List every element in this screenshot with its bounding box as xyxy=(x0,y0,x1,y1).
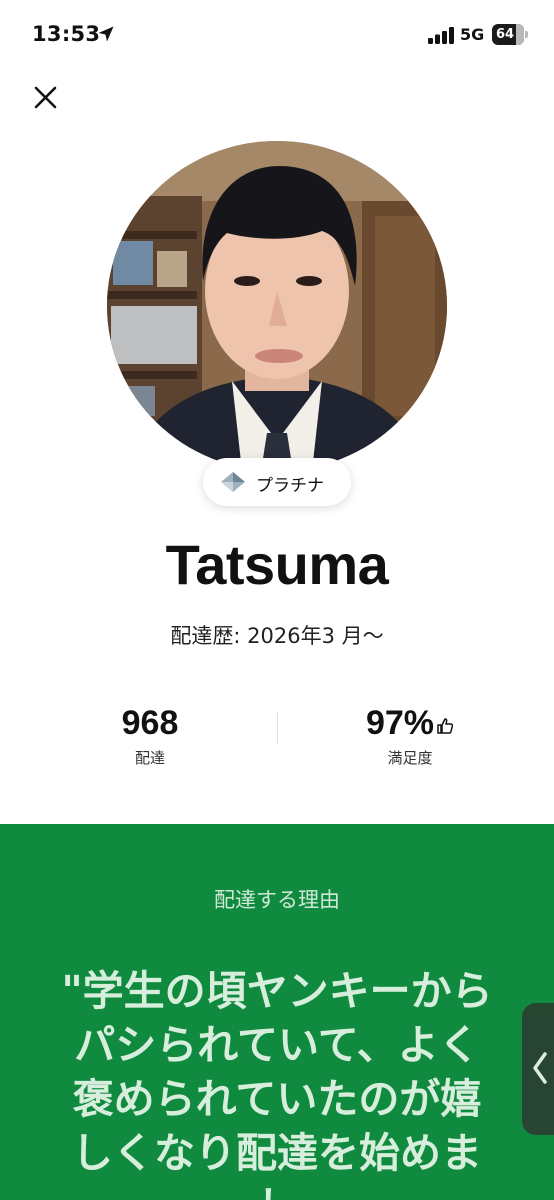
network-type: 5G xyxy=(460,25,485,44)
tier-badge: プラチナ xyxy=(203,458,351,506)
close-button[interactable] xyxy=(26,78,66,118)
status-time: 13:53 xyxy=(32,22,101,46)
delivery-since: 配達歴: 2026年3 月〜 xyxy=(170,624,384,648)
status-bar: 13:53 5G 64 xyxy=(0,0,554,70)
reason-section: 配達する理由 "学生の頃ヤンキーからパシられていて、よく褒められていたのが嬉しく… xyxy=(0,824,554,1200)
stat-satisfaction-row: 97% xyxy=(340,703,480,743)
battery-level: 64 xyxy=(495,27,515,42)
stat-deliveries-label: 配達 xyxy=(134,749,165,767)
tier-label: プラチナ xyxy=(256,476,324,496)
navigation-arrow-icon xyxy=(98,26,114,42)
diamond-icon xyxy=(221,472,245,492)
stat-satisfaction: 97% 満足度 xyxy=(340,703,480,768)
reason-heading: 配達する理由 xyxy=(214,888,340,912)
stat-satisfaction-value: 97% xyxy=(365,704,435,742)
battery-icon: 64 xyxy=(492,24,528,45)
close-icon xyxy=(34,86,57,109)
driver-name: Tatsuma xyxy=(165,533,389,596)
cellular-signal-icon xyxy=(428,27,454,44)
side-panel-handle[interactable] xyxy=(522,1003,554,1135)
stat-deliveries-value: 968 xyxy=(121,704,179,742)
stat-deliveries: 968 配達 xyxy=(90,703,210,768)
avatar xyxy=(107,141,447,471)
chevron-left-icon xyxy=(533,1052,547,1084)
thumbs-up-icon xyxy=(437,718,454,734)
reason-quote: "学生の頃ヤンキーからパシられていて、よく褒められていたのが嬉しくなり配達を始め… xyxy=(61,967,493,1200)
stat-satisfaction-label: 満足度 xyxy=(387,749,433,767)
stat-divider xyxy=(277,712,278,744)
